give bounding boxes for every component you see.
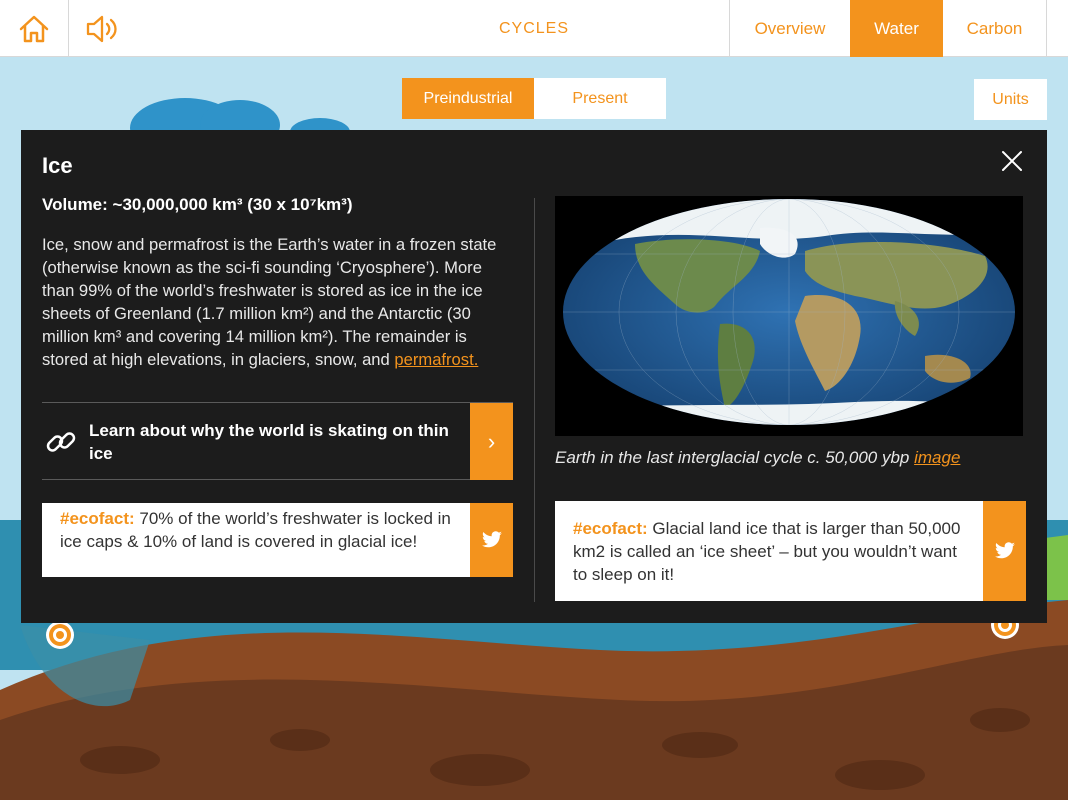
map-caption: Earth in the last interglacial cycle c. …	[555, 448, 960, 468]
info-modal: Ice Volume: ~30,000,000 km³ (30 x 10⁷km³…	[21, 130, 1047, 623]
preindustrial-button[interactable]: Preindustrial	[402, 78, 534, 119]
marker-icon[interactable]	[45, 620, 75, 650]
image-link[interactable]: image	[914, 448, 960, 467]
sound-icon	[86, 15, 117, 42]
ecofact-card: #ecofact: Glacial land ice that is large…	[555, 501, 1026, 601]
sound-button[interactable]	[69, 0, 137, 57]
volume-heading: Volume: ~30,000,000 km³ (30 x 10⁷km³)	[42, 195, 353, 214]
top-bar: CYCLES Overview Water Carbon	[0, 0, 1068, 57]
ecofact-tag: #ecofact:	[60, 509, 135, 528]
tweet-button[interactable]	[983, 501, 1026, 601]
earth-map-image	[555, 196, 1023, 436]
chevron-right-icon: ›	[487, 428, 496, 454]
tab-carbon[interactable]: Carbon	[943, 0, 1047, 57]
link-icon	[46, 432, 76, 452]
tab-overview[interactable]: Overview	[729, 0, 850, 57]
ecofact-tag: #ecofact:	[573, 519, 648, 538]
ecofact-card: #ecofact: 70% of the world’s freshwater …	[42, 503, 513, 577]
tab-water[interactable]: Water	[850, 0, 943, 57]
ecofact-text: #ecofact: Glacial land ice that is large…	[573, 517, 973, 586]
learn-more-link[interactable]: Learn about why the world is skating on …	[42, 402, 513, 480]
divider	[534, 198, 535, 602]
learn-more-label: Learn about why the world is skating on …	[89, 421, 449, 463]
description-text: Ice, snow and permafrost is the Earth’s …	[42, 233, 516, 371]
caption-text: Earth in the last interglacial cycle c. …	[555, 448, 910, 467]
twitter-icon	[994, 542, 1015, 559]
ecofact-text: #ecofact: 70% of the world’s freshwater …	[60, 507, 460, 553]
close-icon	[1002, 151, 1022, 171]
home-icon	[19, 15, 49, 42]
twitter-icon	[481, 531, 502, 548]
permafrost-link[interactable]: permafrost.	[394, 350, 478, 369]
period-toggle: Preindustrial Present	[402, 78, 666, 119]
description-body: Ice, snow and permafrost is the Earth’s …	[42, 235, 497, 369]
units-button[interactable]: Units	[974, 79, 1047, 120]
tweet-button[interactable]	[470, 503, 513, 577]
close-button[interactable]	[999, 148, 1025, 174]
present-button[interactable]: Present	[534, 78, 666, 119]
learn-more-arrow-button[interactable]: ›	[470, 403, 513, 480]
modal-title: Ice	[42, 153, 73, 178]
page-title: CYCLES	[498, 19, 570, 37]
home-button[interactable]	[0, 0, 69, 57]
